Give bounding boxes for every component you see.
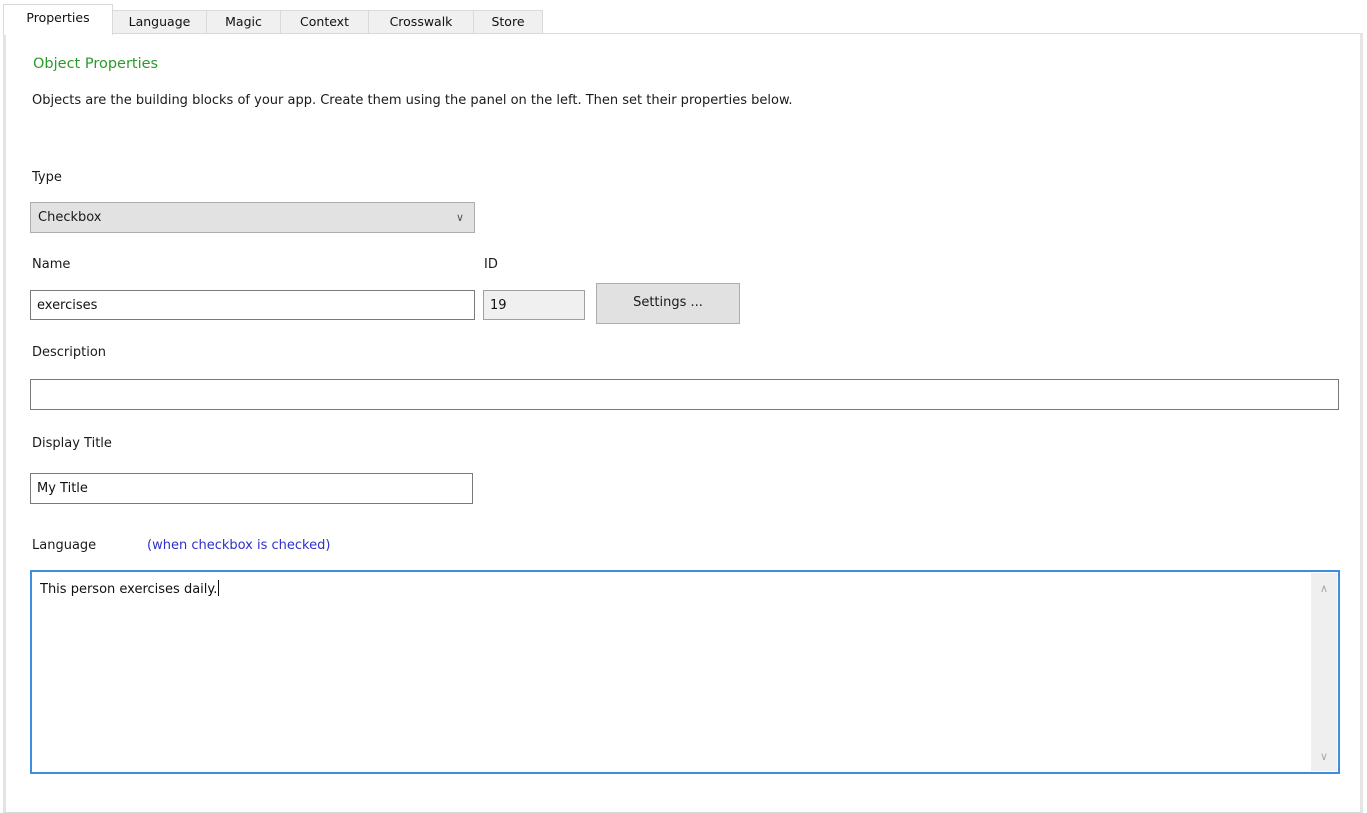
type-label: Type	[32, 170, 62, 185]
text-caret	[218, 580, 220, 596]
tab-crosswalk[interactable]: Crosswalk	[369, 10, 474, 34]
section-title: Object Properties	[33, 56, 159, 72]
tab-language[interactable]: Language	[113, 10, 207, 34]
description-input[interactable]	[30, 379, 1339, 410]
settings-button[interactable]: Settings ...	[596, 283, 740, 324]
display-title-label: Display Title	[32, 436, 112, 451]
intro-text: Objects are the building blocks of your …	[32, 93, 793, 108]
chevron-down-icon[interactable]: ∨	[1311, 747, 1337, 767]
chevron-up-icon[interactable]: ∧	[1311, 579, 1337, 599]
tab-store[interactable]: Store	[474, 10, 543, 34]
name-label: Name	[32, 257, 71, 272]
tab-bar: Properties Language Magic Context Crossw…	[0, 0, 1367, 35]
id-field	[483, 290, 585, 320]
type-select-value: Checkbox	[38, 210, 102, 225]
language-hint: (when checkbox is checked)	[147, 538, 331, 553]
language-label: Language	[32, 538, 97, 553]
tab-properties[interactable]: Properties	[3, 4, 113, 35]
chevron-down-icon: ∨	[455, 211, 464, 224]
name-input[interactable]	[30, 290, 475, 320]
language-text: This person exercises daily.	[40, 582, 218, 597]
id-label: ID	[484, 257, 498, 272]
tab-context[interactable]: Context	[281, 10, 369, 34]
vertical-scrollbar[interactable]: ∧ ∨	[1311, 573, 1337, 771]
description-label: Description	[32, 345, 107, 360]
display-title-input[interactable]	[30, 473, 473, 504]
type-select[interactable]: Checkbox ∨	[30, 202, 475, 233]
tab-magic[interactable]: Magic	[207, 10, 281, 34]
language-textarea[interactable]: This person exercises daily. ∧ ∨	[30, 570, 1340, 774]
